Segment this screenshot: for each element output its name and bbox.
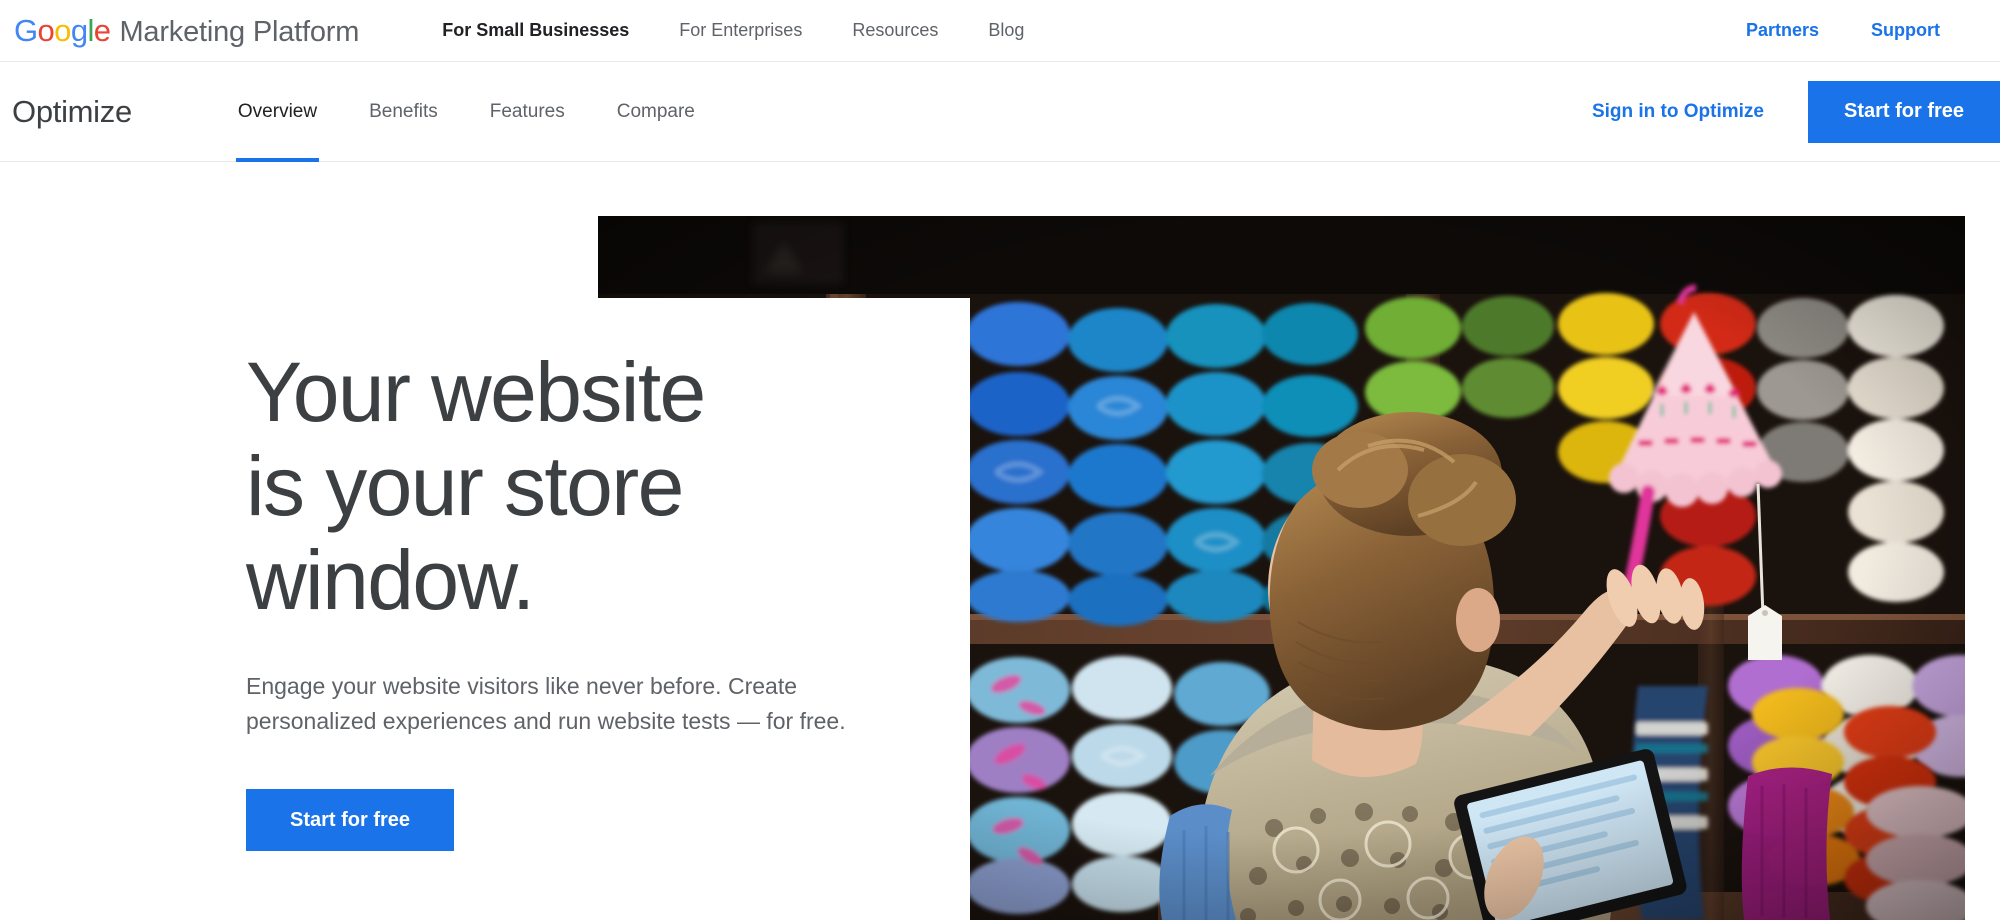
brand-suffix-label: Marketing Platform: [119, 15, 360, 48]
tab-features[interactable]: Features: [464, 62, 591, 162]
hero-heading: Your website is your store window.: [246, 345, 946, 627]
logo-letter-g-1: G: [14, 12, 38, 48]
logo-letter-o-2: o: [54, 12, 71, 48]
global-nav-item-resources[interactable]: Resources: [827, 20, 963, 41]
global-nav-item-for-enterprises[interactable]: For Enterprises: [654, 20, 827, 41]
tab-benefits-label: Benefits: [369, 100, 438, 122]
global-nav: For Small Businesses For Enterprises Res…: [417, 20, 1049, 41]
product-title-optimize[interactable]: Optimize: [12, 94, 132, 130]
hero-subtitle: Engage your website visitors like never …: [246, 673, 846, 735]
tab-features-label: Features: [489, 100, 565, 122]
logo-letter-o-1: o: [37, 12, 55, 48]
partners-link[interactable]: Partners: [1720, 20, 1845, 41]
global-nav-utility-links: Partners Support: [1720, 20, 1966, 41]
hero-section: Your website is your store window. Engag…: [0, 163, 2000, 920]
product-nav-bar: Optimize Overview Benefits Features Comp…: [0, 62, 2000, 162]
global-nav-item-for-small-businesses[interactable]: For Small Businesses: [417, 20, 654, 41]
global-nav-item-blog[interactable]: Blog: [963, 20, 1049, 41]
hero-heading-line-3: window.: [246, 533, 535, 628]
tab-overview-label: Overview: [237, 100, 318, 122]
tab-compare[interactable]: Compare: [591, 62, 721, 162]
google-wordmark: Google: [14, 12, 111, 49]
product-nav-actions: Sign in to Optimize Start for free: [1548, 62, 2000, 161]
logo-letter-e: e: [93, 12, 111, 48]
start-for-free-nav-button[interactable]: Start for free: [1808, 80, 2000, 143]
logo-letter-g-2: g: [70, 12, 88, 48]
tab-benefits[interactable]: Benefits: [343, 62, 464, 162]
hero-content: Your website is your store window. Engag…: [246, 345, 946, 852]
tab-compare-label: Compare: [616, 100, 695, 122]
google-marketing-platform-logo[interactable]: Google Marketing Platform: [14, 13, 359, 49]
tab-overview[interactable]: Overview: [212, 62, 343, 162]
sign-in-to-optimize-link[interactable]: Sign in to Optimize: [1548, 101, 1808, 123]
global-top-bar: Google Marketing Platform For Small Busi…: [0, 0, 2000, 62]
hero-heading-line-1: Your website: [246, 345, 706, 439]
start-for-free-hero-button[interactable]: Start for free: [246, 789, 454, 852]
product-tabs: Overview Benefits Features Compare: [212, 62, 721, 162]
support-link[interactable]: Support: [1845, 20, 1966, 41]
hero-heading-line-2: is your store: [246, 439, 684, 534]
